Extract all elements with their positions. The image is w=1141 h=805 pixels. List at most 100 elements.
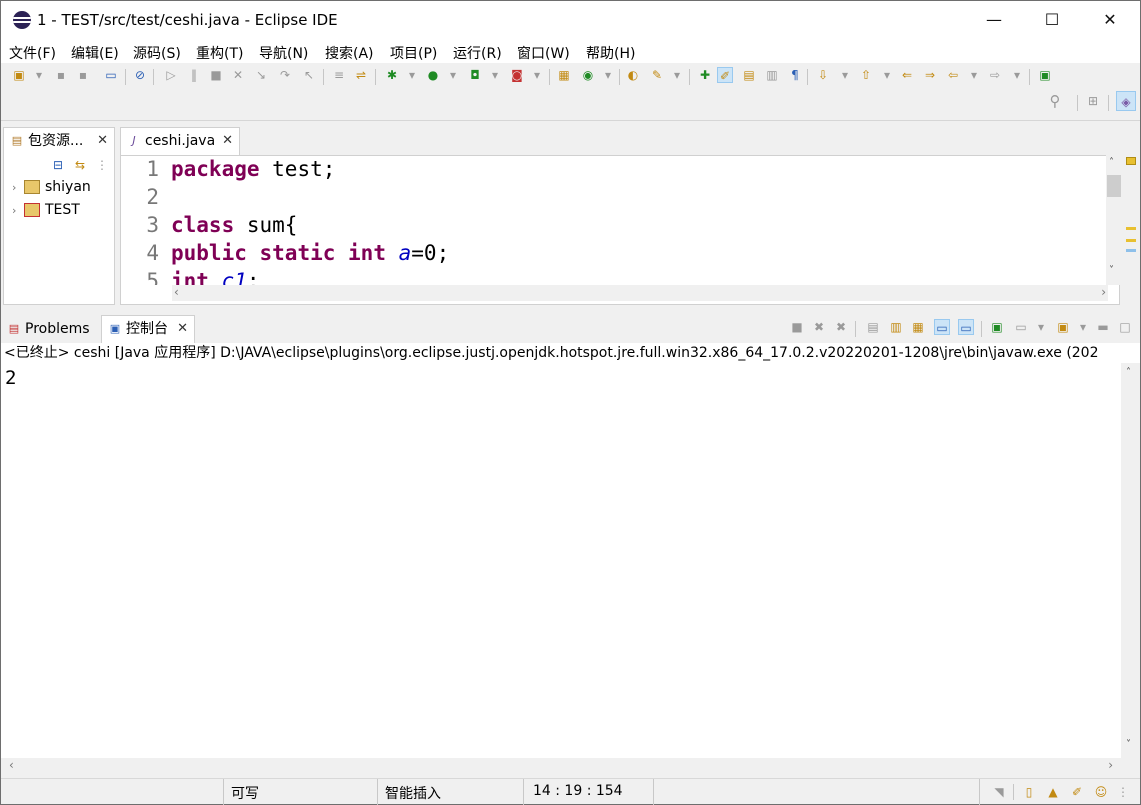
menu-source[interactable]: 源码(S): [133, 43, 181, 63]
suspend-icon[interactable]: ‖: [186, 67, 202, 83]
overview-ruler-marker[interactable]: [1126, 249, 1136, 252]
console-output[interactable]: 2: [1, 363, 1121, 758]
run-dropdown-icon[interactable]: ▾: [445, 67, 461, 83]
open-console-dropdown-icon[interactable]: ▾: [1075, 319, 1091, 335]
last-edit-forward-icon[interactable]: ⇒: [922, 67, 938, 83]
step-into-icon[interactable]: ↘: [253, 67, 269, 83]
close-window-button[interactable]: ✕: [1081, 1, 1139, 39]
java-perspective-icon[interactable]: ◈: [1116, 91, 1136, 111]
new-class-dropdown-icon[interactable]: ▾: [600, 67, 616, 83]
pin-editor-icon[interactable]: ▣: [1037, 67, 1053, 83]
disconnect-icon[interactable]: ✕: [230, 67, 246, 83]
overview-ruler-warning-marker[interactable]: [1126, 157, 1136, 165]
menu-help[interactable]: 帮助(H): [586, 43, 635, 63]
close-editor-icon[interactable]: ✕: [222, 128, 233, 154]
scroll-down-icon[interactable]: ˅: [1126, 739, 1131, 750]
coverage-icon[interactable]: ◘: [467, 67, 483, 83]
tab-ceshi-java[interactable]: J ceshi.java ✕: [120, 127, 240, 155]
previous-annotation-dropdown-icon[interactable]: ▾: [879, 67, 895, 83]
scroll-left-icon[interactable]: ‹: [174, 285, 179, 299]
console-horizontal-scrollbar[interactable]: ‹ ›: [1, 758, 1121, 776]
menu-window[interactable]: 窗口(W): [517, 43, 570, 63]
external-tools-dropdown-icon[interactable]: ▾: [529, 67, 545, 83]
open-type-icon[interactable]: ◐: [625, 67, 641, 83]
editor-horizontal-scrollbar[interactable]: ‹ ›: [172, 285, 1108, 301]
open-task-dropdown-icon[interactable]: ▾: [669, 67, 685, 83]
close-console-icon[interactable]: ✕: [177, 316, 188, 342]
search-icon[interactable]: ⚲: [1047, 93, 1063, 109]
scroll-up-icon[interactable]: ˄: [1109, 157, 1114, 168]
menu-file[interactable]: 文件(F): [9, 43, 56, 63]
toggle-block-selection-icon[interactable]: ▤: [741, 67, 757, 83]
show-paragraph-icon[interactable]: ¶: [787, 67, 803, 83]
close-package-explorer-icon[interactable]: ✕: [97, 128, 108, 154]
code-editor[interactable]: 1 package test; 2 3 class sum{ 4 public …: [133, 157, 1105, 285]
maximize-view-icon[interactable]: □: [1117, 319, 1133, 335]
external-tools-icon[interactable]: ◙: [509, 67, 525, 83]
display-selected-console-icon[interactable]: ▭: [1013, 319, 1029, 335]
debug-icon[interactable]: ✱: [384, 67, 400, 83]
expand-arrow-icon[interactable]: ›: [12, 178, 24, 198]
status-menu-icon[interactable]: ⋮: [1115, 784, 1131, 800]
scroll-thumb[interactable]: [1107, 175, 1121, 197]
menu-project[interactable]: 项目(P): [390, 43, 437, 63]
last-edit-location-icon[interactable]: ⇐: [899, 67, 915, 83]
scroll-down-icon[interactable]: ˅: [1109, 265, 1114, 276]
new-icon[interactable]: ▣: [11, 67, 27, 83]
back-icon[interactable]: ⇦: [945, 67, 961, 83]
forward-dropdown-icon[interactable]: ▾: [1009, 67, 1025, 83]
minimize-button[interactable]: —: [965, 1, 1023, 39]
new-java-class-icon[interactable]: ◉: [580, 67, 596, 83]
scroll-lock-icon[interactable]: ▥: [888, 319, 904, 335]
tree-item-shiyan[interactable]: › shiyan: [12, 177, 91, 198]
overview-ruler-marker[interactable]: [1126, 227, 1136, 230]
step-return-icon[interactable]: ↖: [301, 67, 317, 83]
menu-search[interactable]: 搜索(A): [325, 43, 374, 63]
tree-item-test[interactable]: › TEST: [12, 200, 80, 221]
forward-icon[interactable]: ⇨: [987, 67, 1003, 83]
resume-icon[interactable]: ▷: [163, 67, 179, 83]
use-step-filters-icon[interactable]: ⇌: [353, 67, 369, 83]
terminate-icon[interactable]: ■: [208, 67, 224, 83]
open-perspective-icon[interactable]: ⊞: [1085, 93, 1101, 109]
word-wrap-icon[interactable]: ▦: [910, 319, 926, 335]
terminate-console-icon[interactable]: ■: [789, 319, 805, 335]
show-whitespace-icon[interactable]: ▥: [764, 67, 780, 83]
search-annotations-icon[interactable]: ✚: [697, 67, 713, 83]
new-dropdown-icon[interactable]: ▾: [31, 67, 47, 83]
pin-console-icon[interactable]: ▣: [989, 319, 1005, 335]
debug-dropdown-icon[interactable]: ▾: [404, 67, 420, 83]
display-console-dropdown-icon[interactable]: ▾: [1033, 319, 1049, 335]
tips-icon[interactable]: ◥: [991, 784, 1007, 800]
scroll-left-icon[interactable]: ‹: [9, 758, 14, 772]
next-annotation-dropdown-icon[interactable]: ▾: [837, 67, 853, 83]
view-menu-icon[interactable]: ⋮: [94, 157, 110, 173]
save-all-icon[interactable]: ▪: [75, 67, 91, 83]
step-over-icon[interactable]: ↷: [277, 67, 293, 83]
new-java-package-icon[interactable]: ▦: [556, 67, 572, 83]
tutorials-icon[interactable]: ▲: [1045, 784, 1061, 800]
menu-edit[interactable]: 编辑(E): [71, 43, 119, 63]
expand-arrow-icon[interactable]: ›: [12, 201, 24, 221]
notifications-icon[interactable]: ☺: [1093, 784, 1109, 800]
minimize-view-icon[interactable]: ▬: [1095, 319, 1111, 335]
link-with-editor-icon[interactable]: ⇆: [72, 157, 88, 173]
remove-all-launches-icon[interactable]: ✖: [833, 319, 849, 335]
coverage-dropdown-icon[interactable]: ▾: [487, 67, 503, 83]
show-console-on-stdout-icon[interactable]: ▭: [934, 319, 950, 335]
clear-console-icon[interactable]: ▤: [865, 319, 881, 335]
overview-ruler-marker[interactable]: [1126, 239, 1136, 242]
open-console-icon[interactable]: ▣: [1055, 319, 1071, 335]
show-console-on-stderr-icon[interactable]: ▭: [958, 319, 974, 335]
tips-and-tricks-icon[interactable]: ✐: [1069, 784, 1085, 800]
tab-console[interactable]: ▣ 控制台 ✕: [101, 315, 195, 343]
terminal-icon[interactable]: ▭: [103, 67, 119, 83]
skip-breakpoints-icon[interactable]: ⊘: [132, 67, 148, 83]
back-dropdown-icon[interactable]: ▾: [966, 67, 982, 83]
remove-launch-icon[interactable]: ✖: [811, 319, 827, 335]
editor-vertical-scrollbar[interactable]: ˄ ˅: [1106, 155, 1122, 285]
scroll-right-icon[interactable]: ›: [1108, 758, 1113, 772]
tab-problems[interactable]: ▤ Problems: [3, 317, 90, 341]
open-task-icon[interactable]: ✎: [649, 67, 665, 83]
maximize-button[interactable]: ☐: [1023, 1, 1081, 39]
